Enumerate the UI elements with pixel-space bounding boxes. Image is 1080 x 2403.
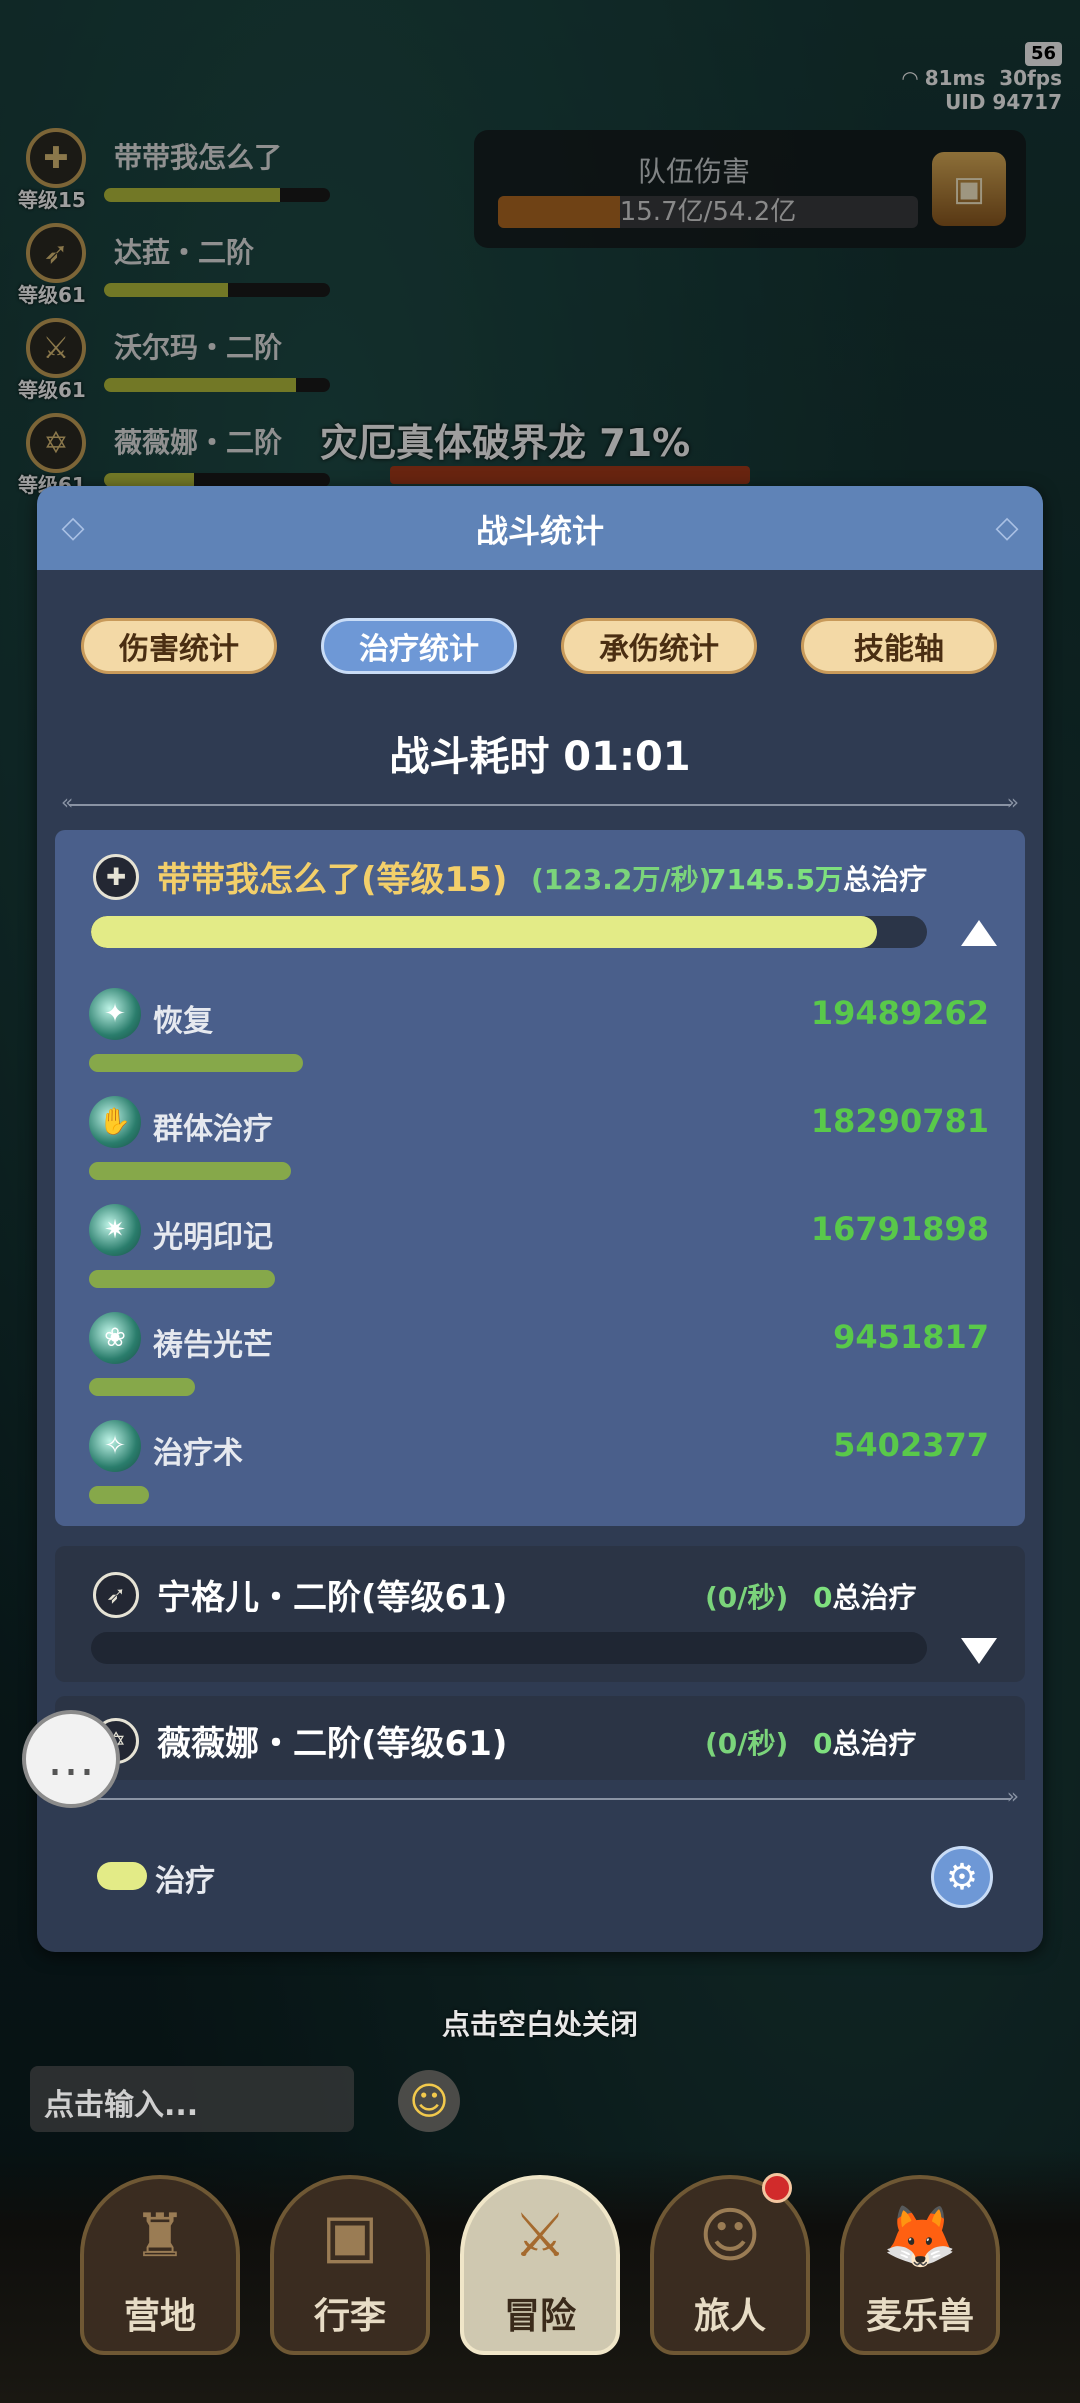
castle-icon: ♜ — [133, 2201, 187, 2271]
priest-class-icon: ✚ — [93, 854, 139, 900]
hero-icon: ☺ — [698, 2201, 762, 2271]
healer-card[interactable]: ✡ 薇薇娜・二阶(等级61) (0/秒) 0总治疗 — [55, 1696, 1025, 1780]
expand-arrow-icon[interactable] — [961, 1638, 997, 1664]
heal-share-bar — [91, 1632, 927, 1664]
heal-skill-icon: ✧ — [89, 1420, 141, 1472]
heal-total-label: 总治疗 — [832, 1581, 917, 1614]
legend-swatch — [97, 1862, 147, 1890]
panel-title: 战斗统计 — [475, 512, 604, 550]
crossed-swords-icon: ⚔ — [513, 2201, 567, 2271]
skill-name: 治疗术 — [153, 1436, 243, 1471]
chat-input[interactable]: 点击输入... — [30, 2066, 354, 2132]
skill-name: 群体治疗 — [153, 1112, 273, 1147]
skill-value: 9451817 — [833, 1318, 989, 1356]
heal-total-value: 0 — [813, 1727, 833, 1760]
tab-skill-timeline[interactable]: 技能轴 — [801, 618, 997, 674]
skill-row: ✷ 光明印记 16791898 — [89, 1204, 989, 1304]
heal-share-bar — [91, 916, 927, 948]
skill-row: ✧ 治疗术 5402377 — [89, 1420, 989, 1520]
panel-header: ◇ 战斗统计 ◇ — [37, 486, 1043, 570]
prayer-light-skill-icon: ❀ — [89, 1312, 141, 1364]
skill-name: 恢复 — [153, 1004, 213, 1039]
notification-badge — [762, 2173, 792, 2203]
skill-row: ❀ 祷告光芒 9451817 — [89, 1312, 989, 1412]
healer-card[interactable]: ✚ 带带我怎么了(等级15) (123.2万/秒) 7145.5万总治疗 ✦ 恢… — [55, 830, 1025, 1526]
skill-value: 19489262 — [810, 994, 989, 1032]
divider — [61, 790, 1019, 814]
divider — [61, 1784, 1019, 1808]
corner-ornament-icon: ◇ — [995, 510, 1019, 545]
heal-rate: (123.2万/秒) — [531, 863, 712, 896]
heal-total-label: 总治疗 — [843, 863, 928, 896]
restore-skill-icon: ✦ — [89, 988, 141, 1040]
legend-label: 治疗 — [155, 1864, 215, 1899]
collapse-arrow-icon[interactable] — [961, 920, 997, 946]
heal-total-label: 总治疗 — [832, 1727, 917, 1760]
skill-bar — [89, 1486, 149, 1504]
group-heal-skill-icon: ✋ — [89, 1096, 141, 1148]
skill-bar — [89, 1054, 303, 1072]
archer-class-icon: ➶ — [93, 1572, 139, 1618]
nav-pets[interactable]: 🦊 麦乐兽 — [840, 2175, 1000, 2355]
skill-bar — [89, 1270, 275, 1288]
healer-name: 宁格儿・二阶(等级61) — [157, 1578, 508, 1618]
nav-label: 行李 — [313, 2296, 386, 2337]
skill-name: 光明印记 — [153, 1220, 273, 1255]
healer-name: 带带我怎么了(等级15) — [157, 860, 508, 900]
stats-tabs: 伤害统计 治疗统计 承伤统计 技能轴 — [81, 618, 1001, 676]
skill-value: 18290781 — [810, 1102, 989, 1140]
fox-icon: 🦊 — [882, 2202, 958, 2272]
battle-stats-panel: ◇ 战斗统计 ◇ 伤害统计 治疗统计 承伤统计 技能轴 战斗耗时 01:01 ✚… — [37, 486, 1043, 1952]
close-hint[interactable]: 点击空白处关闭 — [0, 2003, 1080, 2043]
heal-rate: (0/秒) — [705, 1727, 789, 1760]
chat-bubble-icon[interactable]: … — [22, 1710, 120, 1808]
nav-travelers[interactable]: ☺ 旅人 — [650, 2173, 810, 2355]
skill-value: 5402377 — [833, 1426, 989, 1464]
tab-damage-stats[interactable]: 伤害统计 — [81, 618, 277, 674]
heal-rate: (0/秒) — [705, 1581, 789, 1614]
skill-bar — [89, 1378, 195, 1396]
duration-label: 战斗耗时 — [389, 734, 550, 780]
nav-label: 冒险 — [503, 2296, 576, 2337]
skill-row: ✋ 群体治疗 18290781 — [89, 1096, 989, 1196]
nav-adventure[interactable]: ⚔ 冒险 — [460, 2175, 620, 2355]
settings-gear-icon[interactable]: ⚙ — [931, 1846, 993, 1908]
nav-label: 旅人 — [693, 2296, 766, 2337]
skill-row: ✦ 恢复 19489262 — [89, 988, 989, 1088]
heal-total-value: 7145.5万 — [707, 863, 844, 896]
skill-name: 祷告光芒 — [153, 1328, 273, 1363]
light-mark-skill-icon: ✷ — [89, 1204, 141, 1256]
healer-name: 薇薇娜・二阶(等级61) — [157, 1724, 508, 1764]
skill-bar — [89, 1162, 291, 1180]
nav-camp[interactable]: ♜ 营地 — [80, 2175, 240, 2355]
heal-total: 0总治疗 — [813, 1722, 917, 1762]
heal-total: 0总治疗 — [813, 1576, 917, 1616]
healer-card[interactable]: ➶ 宁格儿・二阶(等级61) (0/秒) 0总治疗 — [55, 1546, 1025, 1682]
emoji-icon[interactable]: ☺ — [398, 2070, 460, 2132]
nav-label: 营地 — [123, 2296, 196, 2337]
nav-label: 麦乐兽 — [865, 2296, 974, 2337]
tab-healing-stats[interactable]: 治疗统计 — [321, 618, 517, 674]
tab-damage-taken-stats[interactable]: 承伤统计 — [561, 618, 757, 674]
skill-value: 16791898 — [810, 1210, 989, 1248]
battle-duration: 战斗耗时 01:01 — [37, 724, 1043, 782]
heal-total: 7145.5万总治疗 — [707, 858, 927, 898]
chest-icon: ▣ — [321, 2201, 379, 2271]
duration-value: 01:01 — [563, 734, 691, 780]
heal-total-value: 0 — [813, 1581, 833, 1614]
nav-inventory[interactable]: ▣ 行李 — [270, 2175, 430, 2355]
